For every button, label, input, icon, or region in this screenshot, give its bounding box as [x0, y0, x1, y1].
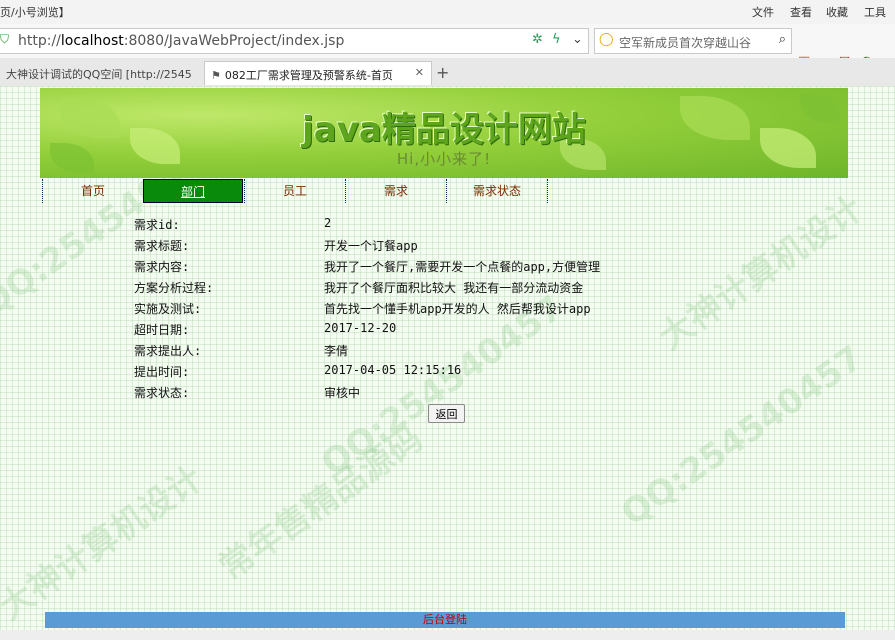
window-titlebar: 页/小号浏览】 文件 查看 收藏 工具: [0, 0, 895, 24]
nav-department[interactable]: 部门: [143, 179, 243, 203]
back-button[interactable]: 返回: [428, 404, 465, 423]
detail-label: 方案分析过程:: [134, 281, 214, 295]
detail-value: 李倩: [324, 344, 349, 358]
site-title: java精品设计网站: [302, 110, 586, 150]
menu-file[interactable]: 文件: [752, 4, 774, 20]
detail-value: 首先找一个懂手机app开发的人 然后帮我设计app: [324, 302, 591, 316]
detail-row: 超时日期: 2017-12-20: [134, 321, 734, 342]
menu-favorites[interactable]: 收藏: [826, 4, 848, 20]
detail-row: 需求提出人: 李倩: [134, 342, 734, 363]
detail-row: 需求id: 2: [134, 216, 734, 237]
search-engine-icon: ◯: [599, 32, 614, 47]
url-input[interactable]: ⛉ http://localhost:8080/JavaWebProject/i…: [0, 28, 589, 54]
site-greeting: Hi,小小来了!: [396, 150, 492, 168]
detail-row: 提出时间: 2017-04-05 12:15:16: [134, 363, 734, 384]
nav-employee[interactable]: 员工: [244, 179, 345, 203]
watermark: 常年售精品源码: [212, 418, 430, 589]
new-tab-icon[interactable]: +: [436, 63, 449, 82]
security-shield-icon: ⛉: [0, 32, 10, 46]
search-input[interactable]: ◯ 空军新成员首次穿越山谷 ⌕: [594, 28, 792, 54]
detail-label: 需求内容:: [134, 260, 190, 274]
detail-label: 提出时间:: [134, 365, 190, 379]
page-flag-icon: ⚑: [211, 69, 221, 82]
url-text: http://localhost:8080/JavaWebProject/ind…: [18, 33, 345, 49]
address-toolbar: ⛉ http://localhost:8080/JavaWebProject/i…: [0, 24, 895, 69]
window-title: 页/小号浏览】: [0, 6, 70, 19]
nav-requirement-status[interactable]: 需求状态: [446, 179, 548, 203]
speed-mode-icon[interactable]: ϟ: [552, 32, 561, 47]
main-nav: 首页 部门 员工 需求 需求状态: [42, 179, 548, 204]
admin-login-link[interactable]: 后台登陆: [45, 612, 845, 628]
detail-label: 需求提出人:: [134, 344, 202, 358]
watermark: 大神计算机设计: [0, 458, 210, 629]
tab-qq-space[interactable]: 大神设计调试的QQ空间 [http://2545: [0, 61, 200, 85]
search-icon[interactable]: ⌕: [779, 32, 786, 47]
search-suggestion: 空军新成员首次穿越山谷: [619, 36, 752, 50]
detail-row: 方案分析过程: 我开了个餐厅面积比较大 我还有一部分流动资金: [134, 279, 734, 300]
detail-row: 需求标题: 开发一个订餐app: [134, 237, 734, 258]
dropdown-chevron-icon[interactable]: ⌄: [572, 32, 583, 47]
nav-home[interactable]: 首页: [42, 179, 143, 203]
detail-value: 2017-04-05 12:15:16: [324, 363, 462, 377]
detail-label: 需求状态:: [134, 386, 190, 400]
detail-label: 需求标题:: [134, 239, 190, 253]
close-tab-icon[interactable]: ✕: [415, 66, 424, 79]
menu-view[interactable]: 查看: [790, 4, 812, 20]
detail-row: 需求状态: 审核中: [134, 384, 734, 405]
compat-mode-icon[interactable]: ✲: [532, 32, 543, 47]
detail-label: 实施及测试:: [134, 302, 202, 316]
detail-value: 开发一个订餐app: [324, 239, 418, 253]
detail-value: 审核中: [324, 386, 361, 400]
tab-factory-home[interactable]: ⚑ 082工厂需求管理及预警系统-首页 ✕: [204, 61, 432, 85]
detail-value: 2017-12-20: [324, 321, 397, 335]
site-banner: java精品设计网站 Hi,小小来了!: [40, 88, 848, 178]
nav-requirement[interactable]: 需求: [345, 179, 446, 203]
detail-row: 需求内容: 我开了一个餐厅,需要开发一个点餐的app,方便管理: [134, 258, 734, 279]
detail-row: 实施及测试: 首先找一个懂手机app开发的人 然后帮我设计app: [134, 300, 734, 321]
status-bar: [0, 630, 895, 640]
detail-value: 我开了一个餐厅,需要开发一个点餐的app,方便管理: [324, 260, 601, 274]
detail-label: 需求id:: [134, 218, 180, 232]
detail-value: 2: [324, 216, 332, 230]
detail-label: 超时日期:: [134, 323, 190, 337]
menu-tools[interactable]: 工具: [864, 4, 886, 20]
detail-value: 我开了个餐厅面积比较大 我还有一部分流动资金: [324, 281, 584, 295]
page-content: QQ:254540457 QQ:254540457 QQ:254540457 大…: [0, 86, 895, 640]
